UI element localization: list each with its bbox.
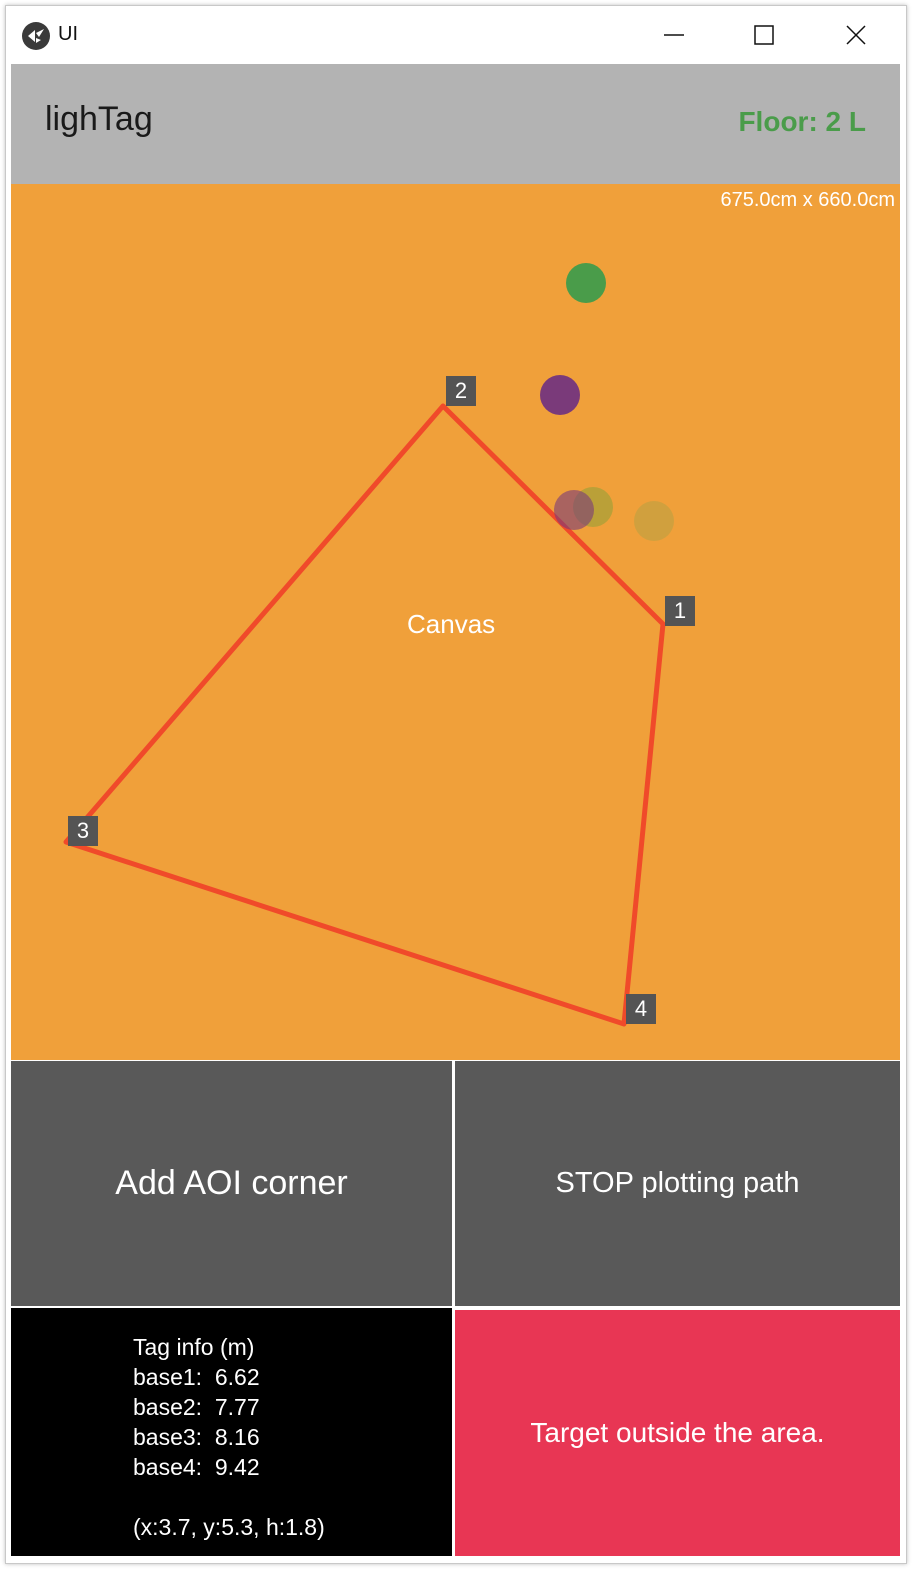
tag-position: (x:3.7, y:5.3, h:1.8)	[133, 1514, 325, 1540]
base2-value: 7.77	[214, 1394, 260, 1420]
base4-row: base4: 9.42	[133, 1452, 325, 1482]
kivy-logo-icon	[22, 22, 50, 50]
tag-info-text: Tag info (m) base1: 6.62 base2: 7.77 bas…	[133, 1332, 325, 1542]
canvas-dimensions: 675.0cm x 660.0cm	[720, 189, 895, 211]
stop-plotting-path-button[interactable]: STOP plotting path	[455, 1061, 900, 1306]
window-title: UI	[58, 23, 78, 45]
maximize-icon	[754, 25, 774, 45]
base3-label: base3:	[133, 1424, 203, 1450]
base4-value: 9.42	[214, 1454, 260, 1480]
aoi-corner-1[interactable]: 1	[665, 596, 695, 626]
base2-label: base2:	[133, 1394, 203, 1420]
app-header: lighTag Floor: 2 L	[11, 64, 900, 184]
floor-label: Floor: 2 L	[738, 106, 866, 137]
status-message: Target outside the area.	[455, 1310, 900, 1556]
base1-value: 6.62	[214, 1364, 260, 1390]
position-marker-green	[566, 263, 606, 303]
minimize-icon	[664, 34, 684, 36]
add-aoi-corner-button[interactable]: Add AOI corner	[11, 1061, 452, 1306]
app-window: UI lighTag Floor: 2 L 675.0cm x 660.0cm …	[5, 5, 907, 1564]
base3-value: 8.16	[214, 1424, 260, 1450]
map-canvas[interactable]: 675.0cm x 660.0cm Canvas 1 2 3 4	[11, 184, 900, 1060]
tag-info-panel: Tag info (m) base1: 6.62 base2: 7.77 bas…	[11, 1308, 452, 1556]
title-bar: UI	[6, 6, 906, 64]
base3-row: base3: 8.16	[133, 1422, 325, 1452]
maximize-button[interactable]	[740, 14, 786, 54]
base1-label: base1:	[133, 1364, 203, 1390]
position-marker-purple-faded	[554, 490, 594, 530]
aoi-corner-3[interactable]: 3	[68, 816, 98, 846]
tag-info-title: Tag info (m)	[133, 1334, 255, 1360]
close-button[interactable]	[832, 14, 878, 54]
base4-label: base4:	[133, 1454, 203, 1480]
base1-row: base1: 6.62	[133, 1362, 325, 1392]
aoi-corner-2[interactable]: 2	[446, 376, 476, 406]
base2-row: base2: 7.77	[133, 1392, 325, 1422]
minimize-button[interactable]	[650, 14, 696, 54]
aoi-corner-4[interactable]: 4	[626, 994, 656, 1024]
close-icon	[846, 25, 866, 45]
position-marker-yellow	[634, 501, 674, 541]
position-marker-purple	[540, 375, 580, 415]
app-name: lighTag	[45, 100, 153, 138]
canvas-label: Canvas	[407, 609, 496, 639]
